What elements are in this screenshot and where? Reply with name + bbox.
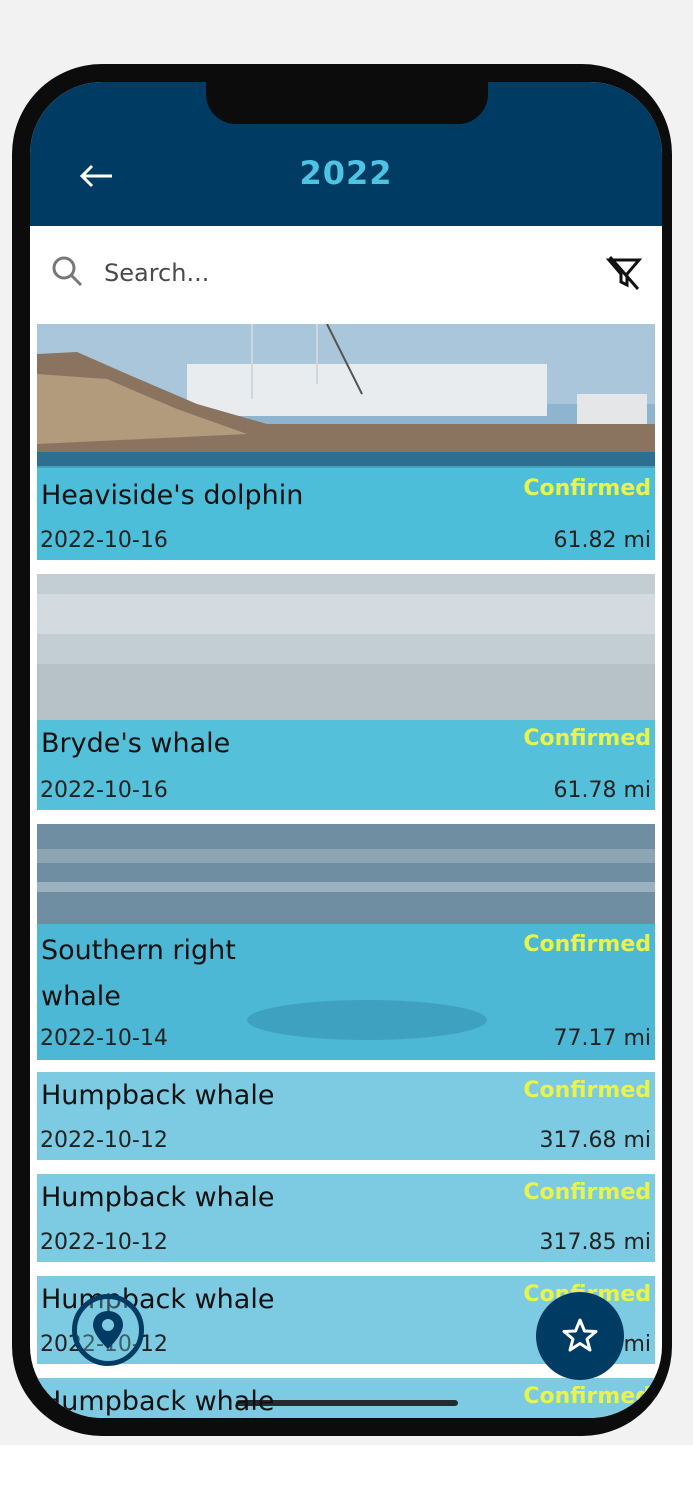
search-icon xyxy=(52,256,83,287)
favorite-button[interactable] xyxy=(536,1292,624,1380)
search-input[interactable] xyxy=(102,254,546,292)
status-badge: Confirmed xyxy=(523,476,651,501)
species-name: Bryde's whale xyxy=(41,728,231,759)
location-button[interactable] xyxy=(72,1294,144,1366)
sighting-date: 2022-10-14 xyxy=(40,1026,168,1051)
sighting-card[interactable]: Heaviside's dolphin Confirmed 2022-10-16… xyxy=(37,324,655,560)
card-divider xyxy=(37,1061,655,1064)
species-name: Heaviside's dolphin xyxy=(41,480,304,511)
species-name: Humpback whale xyxy=(41,1080,275,1111)
star-icon xyxy=(562,1318,598,1352)
status-badge: Confirmed xyxy=(523,1180,651,1205)
phone-notch xyxy=(206,82,488,124)
app-screen: 2022 Search... Heaviside's dolphin Confi… xyxy=(30,82,662,1418)
sighting-distance: 61.82 mi xyxy=(553,528,651,553)
sighting-card[interactable]: Bryde's whale Confirmed 2022-10-16 61.78… xyxy=(37,574,655,810)
sighting-distance: 317.85 mi xyxy=(539,1230,651,1255)
species-name: Southern right whale xyxy=(41,935,236,1012)
sighting-date: 2022-10-12 xyxy=(40,1128,168,1153)
card-divider xyxy=(37,561,655,564)
sighting-date: 2022-10-16 xyxy=(40,778,168,803)
card-divider xyxy=(37,1264,655,1267)
sighting-card[interactable]: Humpback whale Confirmed 2022-10-12 317.… xyxy=(37,1174,655,1262)
sighting-distance: 61.78 mi xyxy=(553,778,651,803)
page-background-bottom xyxy=(0,1445,693,1500)
sighting-distance: 317.68 mi xyxy=(539,1128,651,1153)
species-name: Humpback whale xyxy=(41,1182,275,1213)
search-bar xyxy=(30,226,662,324)
status-badge: Confirmed xyxy=(523,1384,651,1409)
sighting-date: 2022-10-12 xyxy=(40,1230,168,1255)
status-badge: Confirmed xyxy=(523,932,651,957)
sighting-distance: 77.17 mi xyxy=(553,1026,651,1051)
sighting-card[interactable]: Southern right whale Confirmed 2022-10-1… xyxy=(37,824,655,1060)
sighting-date: 2022-10-16 xyxy=(40,528,168,553)
status-badge: Confirmed xyxy=(523,726,651,751)
filter-off-icon[interactable] xyxy=(604,252,644,292)
sighting-card[interactable]: Humpback whale Confirmed xyxy=(37,1378,655,1418)
sighting-card[interactable]: Humpback whale Confirmed 2022-10-12 317.… xyxy=(37,1072,655,1160)
map-pin-icon xyxy=(93,1311,123,1349)
card-divider xyxy=(37,811,655,814)
home-indicator xyxy=(236,1400,458,1406)
page-title: 2022 xyxy=(299,154,393,192)
status-badge: Confirmed xyxy=(523,1078,651,1103)
card-divider xyxy=(37,1162,655,1165)
species-name: Humpback whale xyxy=(41,1386,275,1417)
